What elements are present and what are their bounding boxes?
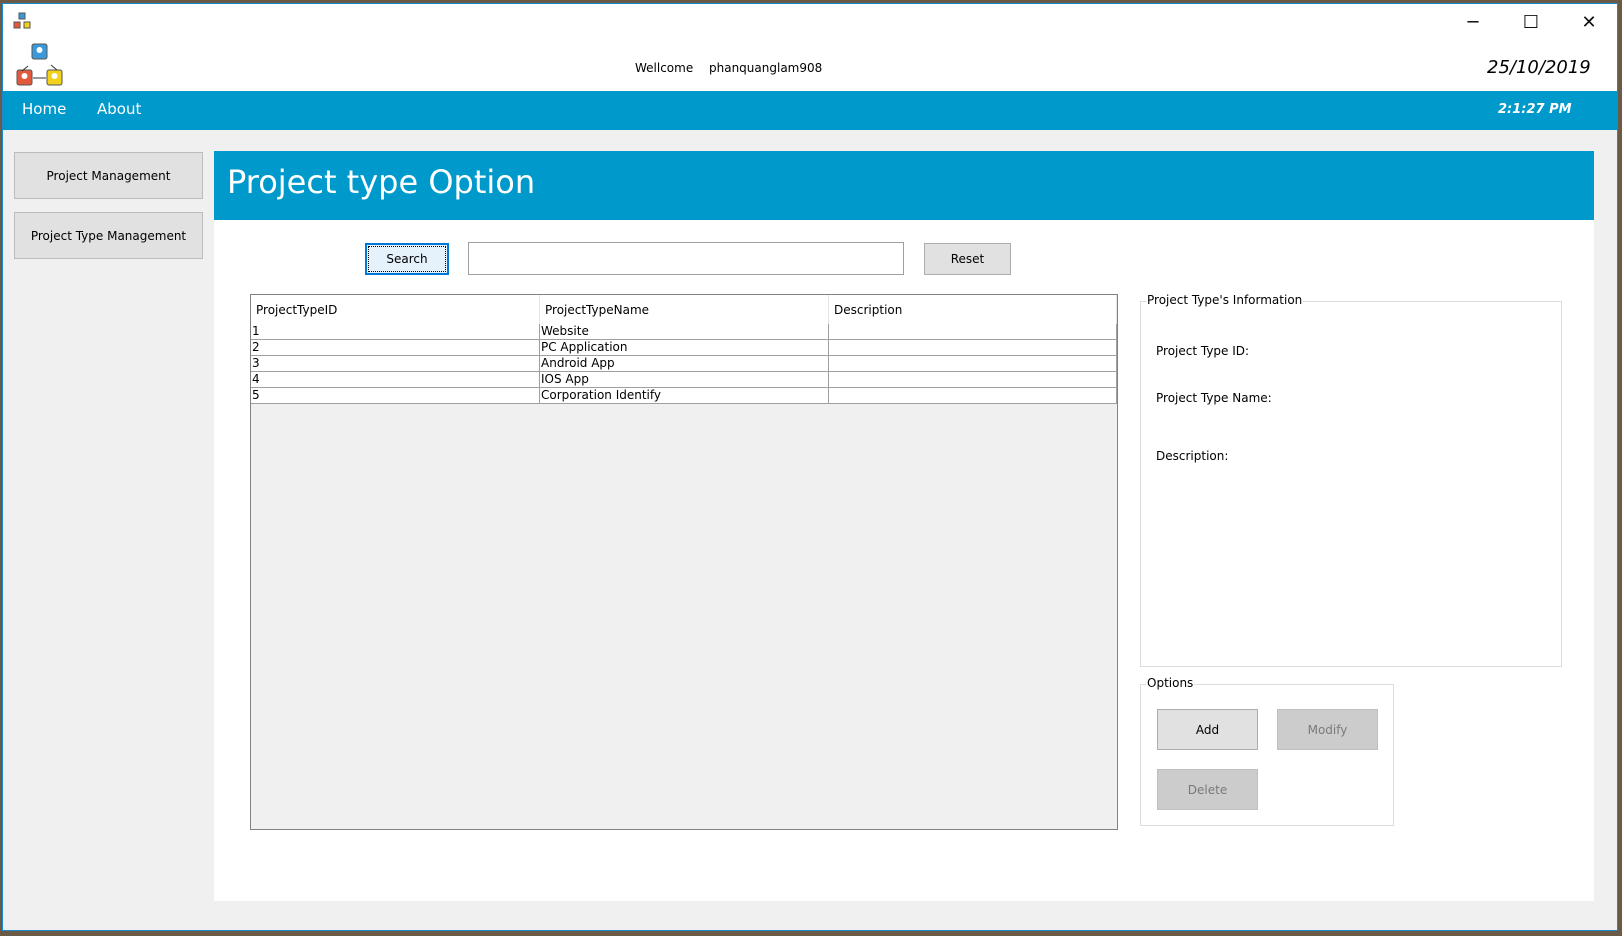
cell-description — [829, 388, 1117, 404]
header: Wellcome phanquanglam908 25/10/2019 ─ ☐ … — [3, 4, 1617, 91]
app-small-icon — [13, 12, 31, 29]
reset-button[interactable]: Reset — [924, 243, 1011, 275]
maximize-button[interactable]: ☐ — [1511, 12, 1551, 33]
project-type-info-group: Project Type's Information Project Type … — [1140, 293, 1562, 667]
menu-bar: Home About 2:1:27 PM — [3, 91, 1617, 130]
minimize-button[interactable]: ─ — [1453, 12, 1493, 33]
add-button[interactable]: Add — [1157, 709, 1258, 750]
description-label: Description: — [1156, 449, 1229, 463]
delete-button[interactable]: Delete — [1157, 769, 1258, 810]
cell-name: Android App — [540, 356, 829, 372]
cell-id: 4 — [251, 372, 540, 388]
table-row[interactable]: 2 PC Application — [251, 340, 1117, 356]
cell-description — [829, 324, 1117, 340]
welcome-label: Wellcome — [635, 61, 694, 75]
project-type-id-label: Project Type ID: — [1156, 344, 1250, 358]
table-header: ProjectTypeID ProjectTypeName Descriptio… — [251, 295, 1117, 324]
main-panel: Project type Option Search Reset Project… — [214, 151, 1594, 901]
column-header-description[interactable]: Description — [829, 295, 1117, 324]
cell-id: 5 — [251, 388, 540, 404]
page-title: Project type Option — [214, 151, 1594, 220]
project-type-name-label: Project Type Name: — [1156, 391, 1272, 405]
info-group-caption: Project Type's Information — [1146, 293, 1304, 307]
table-row[interactable]: 4 IOS App — [251, 372, 1117, 388]
cell-name: Corporation Identify — [540, 388, 829, 404]
cell-id: 3 — [251, 356, 540, 372]
cell-description — [829, 340, 1117, 356]
cell-id: 1 — [251, 324, 540, 340]
table-row[interactable]: 5 Corporation Identify — [251, 388, 1117, 404]
cell-description — [829, 372, 1117, 388]
cell-description — [829, 356, 1117, 372]
sidebar-project-type-management[interactable]: Project Type Management — [14, 212, 203, 259]
sidebar-project-management[interactable]: Project Management — [14, 152, 203, 199]
app-logo-icon — [16, 43, 63, 86]
date-display: 25/10/2019 — [1487, 57, 1591, 78]
search-input[interactable] — [468, 242, 904, 275]
close-button[interactable]: ✕ — [1569, 12, 1609, 33]
time-display: 2:1:27 PM — [1498, 102, 1572, 117]
table-row[interactable]: 1 Website — [251, 324, 1117, 340]
menu-home[interactable]: Home — [22, 100, 66, 118]
cell-name: IOS App — [540, 372, 829, 388]
cell-id: 2 — [251, 340, 540, 356]
project-type-table[interactable]: ProjectTypeID ProjectTypeName Descriptio… — [250, 294, 1118, 830]
table-row[interactable]: 3 Android App — [251, 356, 1117, 372]
cell-name: Website — [540, 324, 829, 340]
column-header-name[interactable]: ProjectTypeName — [540, 295, 829, 324]
options-group: Options Add Modify Delete — [1140, 676, 1394, 826]
modify-button[interactable]: Modify — [1277, 709, 1378, 750]
username: phanquanglam908 — [709, 61, 823, 75]
cell-name: PC Application — [540, 340, 829, 356]
app-window: Wellcome phanquanglam908 25/10/2019 ─ ☐ … — [2, 3, 1618, 931]
column-header-id[interactable]: ProjectTypeID — [251, 295, 540, 324]
options-caption: Options — [1146, 676, 1195, 690]
search-button[interactable]: Search — [365, 243, 449, 275]
menu-about[interactable]: About — [97, 100, 141, 118]
